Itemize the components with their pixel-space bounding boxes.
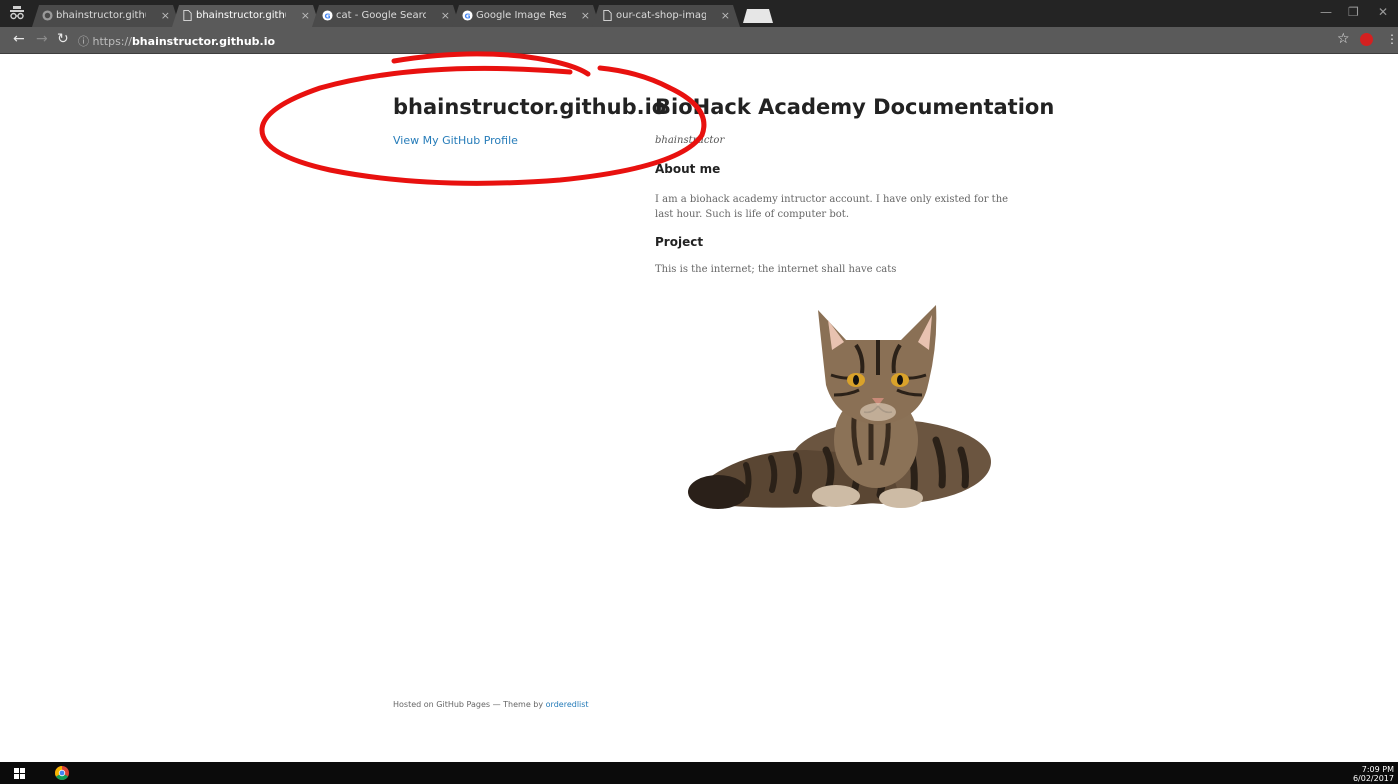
url-scheme: https:// bbox=[92, 35, 132, 48]
author-name: bhainstructor bbox=[655, 135, 725, 146]
tab-active-page[interactable]: bhainstructor.github.io b × bbox=[172, 5, 320, 27]
google-icon: G bbox=[462, 10, 473, 21]
cat-image bbox=[688, 305, 991, 509]
tab-cat-image[interactable]: our-cat-shop-image.png × bbox=[592, 5, 740, 27]
windows-taskbar: 7:09 PM 6/02/2017 bbox=[0, 762, 1398, 784]
minimize-button[interactable]: — bbox=[1320, 5, 1332, 19]
tab-label: cat - Google Search bbox=[336, 10, 426, 21]
address-bar[interactable]: ⓘ https://bhainstructor.github.io bbox=[78, 33, 275, 49]
browser-toolbar: ← → ↻ ⓘ https://bhainstructor.github.io … bbox=[0, 27, 1398, 54]
page-footer: Hosted on GitHub Pages — Theme by ordere… bbox=[393, 700, 589, 709]
tab-label: bhainstructor.github.io b bbox=[196, 10, 285, 21]
project-text: This is the internet; the internet shall… bbox=[655, 264, 897, 275]
bookmark-star-icon[interactable]: ☆ bbox=[1337, 31, 1350, 47]
close-icon[interactable]: × bbox=[161, 9, 170, 22]
page-icon bbox=[602, 10, 613, 21]
project-heading: Project bbox=[655, 235, 704, 249]
svg-text:G: G bbox=[464, 11, 470, 20]
tab-label: Google Image Result for bbox=[476, 10, 566, 21]
windows-start-icon[interactable] bbox=[14, 768, 25, 779]
page-icon bbox=[182, 10, 193, 21]
close-icon[interactable]: × bbox=[581, 9, 590, 22]
tab-label: our-cat-shop-image.png bbox=[616, 10, 706, 21]
close-window-button[interactable]: ✕ bbox=[1378, 5, 1388, 19]
footer-text: Hosted on GitHub Pages — Theme by bbox=[393, 700, 546, 709]
taskbar-clock[interactable]: 7:09 PM 6/02/2017 bbox=[1353, 765, 1394, 783]
clock-date: 6/02/2017 bbox=[1352, 774, 1394, 783]
close-icon[interactable]: × bbox=[301, 9, 310, 22]
github-profile-link[interactable]: View My GitHub Profile bbox=[393, 134, 518, 147]
tab-github[interactable]: bhainstructor.github.io/i × bbox=[32, 5, 180, 27]
forward-arrow-icon[interactable]: → bbox=[36, 31, 48, 47]
tab-google-search[interactable]: G cat - Google Search × bbox=[312, 5, 460, 27]
close-icon[interactable]: × bbox=[721, 9, 730, 22]
clock-time: 7:09 PM bbox=[1361, 765, 1394, 774]
menu-dots-icon[interactable]: ⋮ bbox=[1386, 32, 1398, 46]
url-host: bhainstructor.github.io bbox=[131, 35, 276, 48]
close-icon[interactable]: × bbox=[441, 9, 450, 22]
about-text: I am a biohack academy intructor account… bbox=[655, 194, 1009, 220]
extension-icon[interactable] bbox=[1360, 33, 1373, 46]
google-icon: G bbox=[322, 10, 333, 21]
tab-label: bhainstructor.github.io/i bbox=[56, 10, 145, 21]
tab-strip: bhainstructor.github.io/i × bhainstructo… bbox=[0, 0, 1398, 27]
reload-icon[interactable]: ↻ bbox=[57, 31, 69, 47]
tab-google-image[interactable]: G Google Image Result for × bbox=[452, 5, 600, 27]
new-tab-button[interactable] bbox=[743, 9, 773, 23]
theme-author-link[interactable]: orderedlist bbox=[546, 700, 589, 709]
site-title: bhainstructor.github.io bbox=[393, 95, 667, 119]
back-arrow-icon[interactable]: ← bbox=[13, 31, 25, 47]
github-icon bbox=[42, 10, 53, 21]
about-heading: About me bbox=[655, 162, 721, 176]
restore-button[interactable]: ❐ bbox=[1348, 5, 1359, 19]
page-title: BioHack Academy Documentation bbox=[655, 95, 1055, 119]
svg-text:G: G bbox=[324, 11, 330, 20]
incognito-icon bbox=[10, 6, 24, 20]
info-icon[interactable]: ⓘ bbox=[78, 35, 93, 48]
chrome-taskbar-icon[interactable] bbox=[55, 766, 69, 780]
